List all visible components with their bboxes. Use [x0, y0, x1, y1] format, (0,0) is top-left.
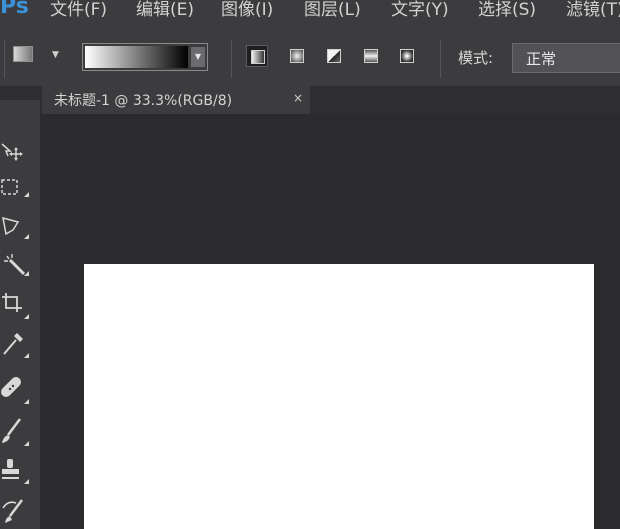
gradient-picker[interactable]: ▼	[82, 43, 208, 71]
panel-header	[0, 86, 40, 100]
mode-label: 模式:	[458, 49, 494, 67]
stamp-icon	[2, 459, 29, 484]
clone-stamp-tool[interactable]	[0, 456, 30, 486]
linear-gradient-button[interactable]	[246, 45, 268, 67]
mode-value: 正常	[526, 50, 557, 68]
crop-icon	[2, 293, 29, 319]
magic-wand-tool[interactable]	[0, 250, 30, 280]
linear-gradient-icon	[251, 50, 265, 64]
rectangular-marquee-icon	[1, 179, 29, 197]
tools-panel	[0, 86, 40, 529]
gradient-preview[interactable]	[85, 46, 188, 68]
document-tab[interactable]: 未标题-1 @ 33.3%(RGB/8) ×	[42, 86, 310, 114]
healing-brush-tool[interactable]	[0, 376, 30, 406]
tool-preset-picker[interactable]	[13, 46, 33, 62]
marquee-tool[interactable]	[0, 172, 30, 202]
angle-gradient-icon	[327, 49, 341, 63]
document-tab-bar: 未标题-1 @ 33.3%(RGB/8) ×	[40, 86, 620, 114]
reflected-gradient-icon	[364, 49, 378, 63]
menu-edit[interactable]: 编辑(E)	[136, 0, 194, 20]
brush-icon	[2, 418, 29, 446]
band-aid-icon	[1, 377, 29, 404]
diamond-gradient-icon	[400, 49, 414, 63]
diamond-gradient-button[interactable]	[396, 45, 418, 67]
chevron-down-icon[interactable]: ▼	[52, 50, 59, 60]
document-tab-title: 未标题-1 @ 33.3%(RGB/8)	[54, 93, 233, 109]
polygonal-lasso-icon	[2, 216, 29, 239]
close-icon[interactable]: ×	[293, 91, 303, 105]
menu-select[interactable]: 选择(S)	[478, 0, 536, 20]
history-brush-tool[interactable]	[0, 494, 30, 524]
chevron-down-icon[interactable]: ▼	[191, 47, 205, 67]
brush-tool[interactable]	[0, 416, 30, 446]
reflected-gradient-button[interactable]	[360, 45, 382, 67]
menu-layer[interactable]: 图层(L)	[304, 0, 361, 20]
divider	[231, 40, 232, 78]
app-logo: Ps	[0, 0, 29, 19]
magic-wand-icon	[4, 254, 29, 276]
divider	[4, 40, 5, 78]
menu-type[interactable]: 文字(Y)	[391, 0, 449, 20]
angle-gradient-button[interactable]	[323, 45, 345, 67]
radial-gradient-button[interactable]	[286, 45, 308, 67]
mode-select[interactable]: 正常	[512, 43, 620, 73]
menu-bar: Ps 文件(F) 编辑(E) 图像(I) 图层(L) 文字(Y) 选择(S) 滤…	[0, 0, 620, 24]
crop-tool[interactable]	[0, 290, 30, 320]
divider	[440, 40, 441, 78]
move-tool[interactable]	[0, 138, 30, 168]
menu-file[interactable]: 文件(F)	[50, 0, 107, 20]
history-brush-icon	[2, 499, 23, 523]
eyedropper-tool[interactable]	[0, 328, 30, 358]
radial-gradient-icon	[290, 49, 304, 63]
lasso-tool[interactable]	[0, 212, 30, 242]
document-canvas[interactable]	[84, 264, 594, 529]
move-icon	[1, 143, 23, 161]
eyedropper-icon	[3, 333, 29, 358]
menu-filter[interactable]: 滤镜(T)	[566, 0, 620, 20]
menu-image[interactable]: 图像(I)	[221, 0, 273, 20]
